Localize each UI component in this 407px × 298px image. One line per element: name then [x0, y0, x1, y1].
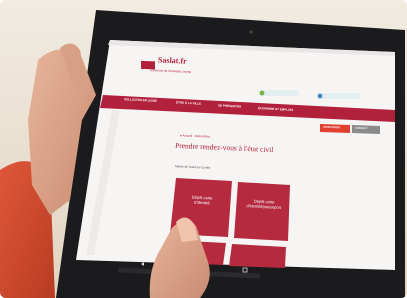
tile-1-label: Dépôt carte d'identité [191, 194, 213, 205]
contact-pill-1 [260, 90, 298, 96]
nav-button-2-label: CONTACT [354, 126, 368, 131]
phone-icon [259, 90, 265, 96]
mail-icon [317, 93, 323, 99]
tile-4[interactable] [229, 244, 286, 268]
site-logo[interactable]: Saslat.fr [158, 55, 187, 65]
camera-icon [249, 30, 253, 34]
tile-carte-passeport[interactable] [234, 182, 290, 241]
contact-pill-2 [318, 93, 360, 99]
tile-2-label: Dépôt carte d'identité/passeport [246, 198, 282, 210]
nav-button-1-label: S'IDENTIFIER [322, 125, 340, 130]
photo: Saslat.fr commune de Chambéry (tunis) SO… [0, 0, 407, 298]
